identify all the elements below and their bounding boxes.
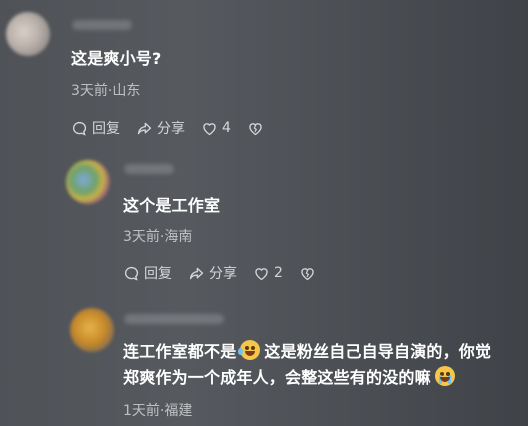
comment-text-part: 这是粉丝自己自导自演的，你觉	[264, 342, 492, 361]
share-button[interactable]: 分享	[136, 118, 185, 138]
like-count: 2	[274, 265, 283, 281]
like-button[interactable]: 2	[253, 265, 283, 282]
comment-actions: 回复 分享 2	[123, 263, 332, 283]
broken-heart-icon	[249, 122, 262, 135]
crying-emoji	[434, 366, 455, 386]
dislike-button[interactable]	[299, 265, 316, 282]
comment-text: 这是爽小号?	[71, 49, 162, 68]
username-blurred[interactable]	[72, 20, 132, 30]
like-button[interactable]: 4	[201, 120, 231, 137]
comment-text-part: 郑爽作为一个成年人，会整这些有的没的嘛	[123, 368, 431, 387]
share-label: 分享	[157, 121, 185, 137]
comment-text: 连工作室都不是 这是粉丝自己自导自演的，你觉 郑爽作为一个成年人，会整这些有的没的…	[123, 339, 523, 391]
comment-text: 这个是工作室	[123, 196, 221, 215]
comment-meta: 1天前·福建	[123, 403, 193, 419]
share-icon	[137, 122, 152, 134]
share-button[interactable]: 分享	[188, 263, 237, 283]
reply-button[interactable]: 回复	[123, 263, 172, 283]
comment-meta: 3天前·山东	[71, 83, 141, 99]
like-count: 4	[222, 120, 231, 136]
username-blurred[interactable]	[124, 164, 174, 174]
avatar[interactable]	[6, 12, 50, 56]
avatar[interactable]	[66, 160, 110, 204]
laughing-tears-emoji	[238, 340, 261, 360]
broken-heart-icon	[301, 267, 314, 280]
reply-button[interactable]: 回复	[71, 118, 120, 138]
reply-icon	[124, 266, 139, 281]
comment-actions: 回复 分享 4	[71, 118, 280, 138]
reply-label: 回复	[144, 266, 172, 282]
heart-icon	[255, 267, 268, 280]
username-blurred[interactable]	[124, 314, 224, 324]
share-icon	[189, 267, 204, 279]
comment-meta: 3天前·海南	[123, 229, 193, 245]
reply-label: 回复	[92, 121, 120, 137]
reply-icon	[72, 121, 87, 136]
avatar[interactable]	[70, 308, 114, 352]
heart-icon	[203, 122, 216, 135]
comment-text-part: 连工作室都不是	[123, 342, 237, 361]
dislike-button[interactable]	[247, 120, 264, 137]
share-label: 分享	[209, 266, 237, 282]
